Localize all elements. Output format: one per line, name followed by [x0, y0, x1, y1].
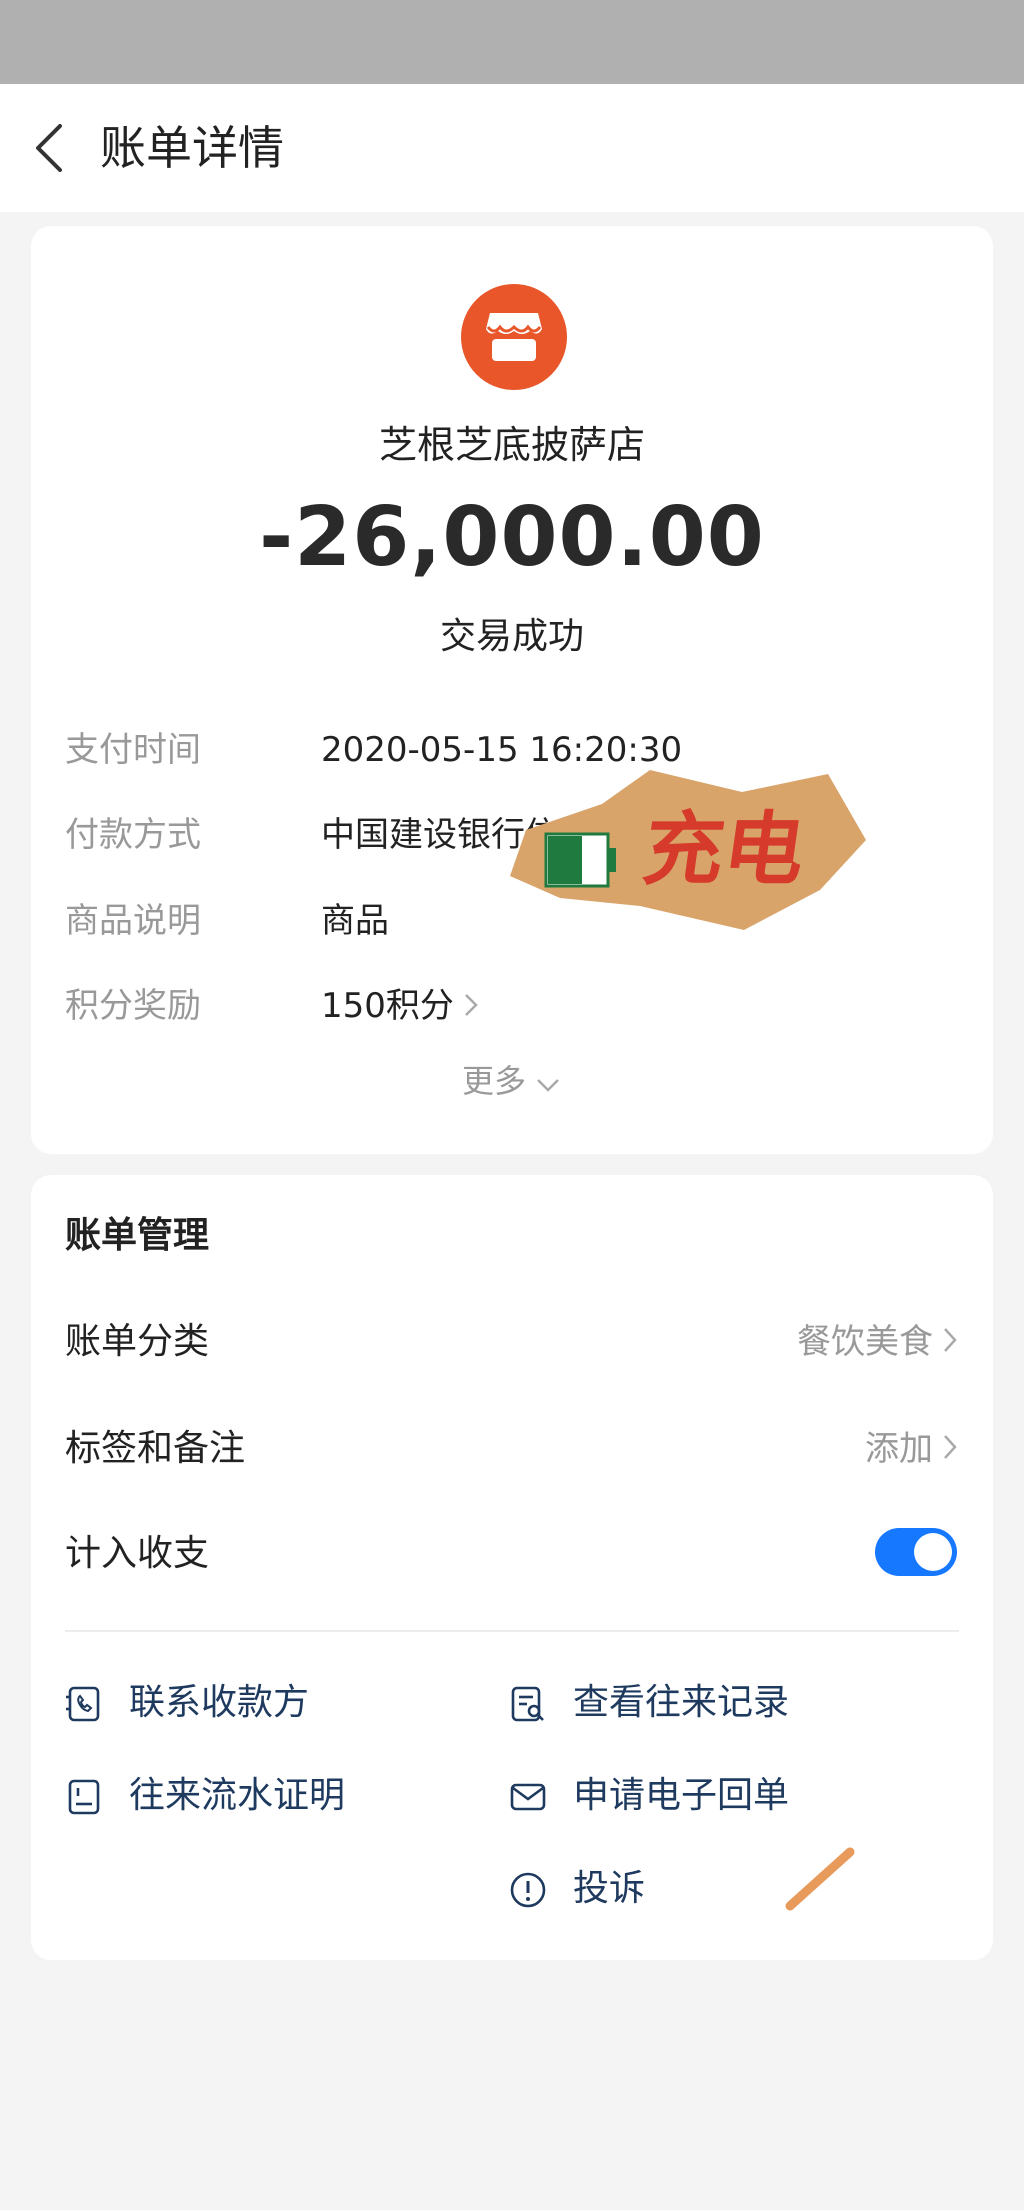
category-value: 餐饮美食 — [797, 1322, 933, 1362]
sticker-text: 充电 — [637, 803, 811, 896]
chevron-right-icon — [941, 1421, 959, 1481]
action-label: 往来流水证明 — [129, 1775, 346, 1816]
chevron-right-icon — [462, 982, 480, 1034]
row-label: 计入收支 — [65, 1533, 210, 1574]
section-title: 账单管理 — [65, 1215, 210, 1256]
chevron-left-icon[interactable] — [30, 118, 70, 178]
points-link[interactable]: 150积分 — [321, 980, 480, 1034]
merchant-name: 芝根芝底披萨店 — [378, 423, 645, 467]
detail-label: 付款方式 — [65, 815, 201, 855]
action-label: 投诉 — [573, 1868, 646, 1909]
include-in-stats-row: 计入收支 — [65, 1524, 959, 1584]
row-value: 餐饮美食 — [797, 1312, 959, 1374]
mail-icon — [509, 1778, 547, 1816]
sticker-overlay: 充电 — [510, 766, 866, 932]
merchant-logo — [461, 284, 567, 390]
nav-bar: 账单详情 — [0, 84, 1024, 212]
tags-value: 添加 — [865, 1429, 933, 1469]
document-search-icon — [509, 1685, 547, 1723]
decorative-stroke — [780, 1844, 860, 1914]
detail-value: 商品 — [321, 901, 389, 941]
action-label: 申请电子回单 — [573, 1775, 790, 1816]
page-title: 账单详情 — [100, 121, 284, 175]
transaction-status: 交易成功 — [439, 616, 584, 657]
action-label: 查看往来记录 — [573, 1682, 790, 1723]
row-label: 账单分类 — [65, 1321, 210, 1362]
transaction-amount: -26,000.00 — [259, 490, 765, 585]
more-toggle[interactable]: 更多 — [31, 1056, 993, 1108]
bill-category-row[interactable]: 账单分类 餐饮美食 — [65, 1312, 959, 1372]
bill-summary-card: 芝根芝底披萨店 -26,000.00 交易成功 支付时间 2020-05-15 … — [31, 226, 993, 1154]
action-label: 联系收款方 — [129, 1682, 310, 1723]
toggle-knob — [914, 1533, 952, 1571]
chevron-right-icon — [941, 1314, 959, 1374]
detail-label: 积分奖励 — [65, 986, 201, 1026]
alert-circle-icon — [509, 1871, 547, 1909]
row-label: 标签和备注 — [65, 1428, 246, 1469]
chevron-down-icon — [534, 1058, 562, 1108]
more-label: 更多 — [461, 1062, 526, 1100]
document-icon — [65, 1778, 103, 1816]
row-value: 添加 — [865, 1419, 959, 1481]
phone-icon — [65, 1685, 103, 1723]
detail-value: 150积分 — [321, 986, 454, 1026]
bill-management-card: 账单管理 账单分类 餐饮美食 标签和备注 添加 计入收支 联系收款方 查看往来记… — [31, 1175, 993, 1960]
detail-label: 商品说明 — [65, 901, 201, 941]
detail-label: 支付时间 — [65, 730, 201, 770]
tags-notes-row[interactable]: 标签和备注 添加 — [65, 1419, 959, 1479]
divider — [65, 1630, 959, 1632]
status-bar — [0, 0, 1024, 84]
include-toggle[interactable] — [875, 1528, 957, 1576]
